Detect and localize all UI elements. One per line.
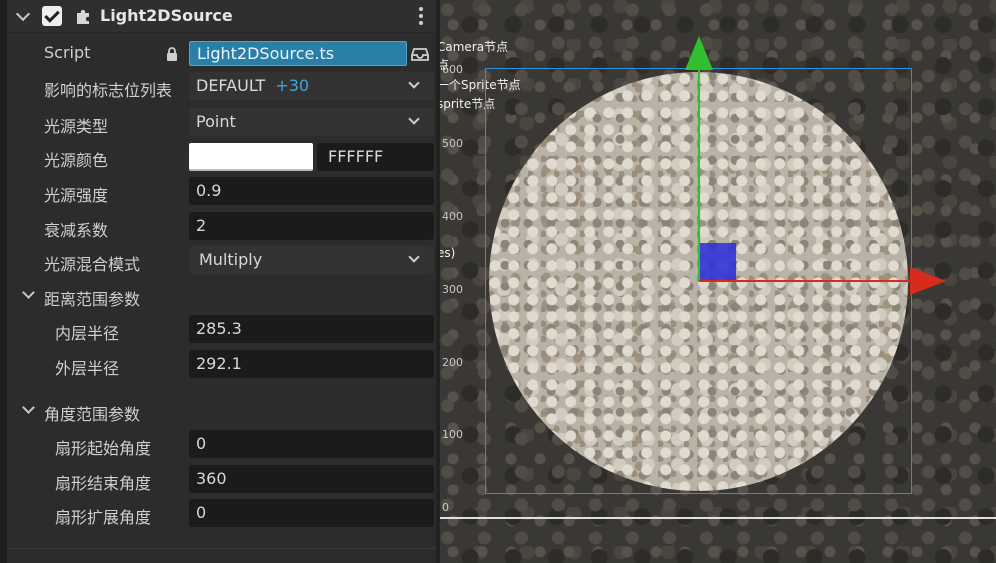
outer-radius-input[interactable]: 292.1 bbox=[189, 350, 434, 378]
section-collapse-chevron-icon[interactable] bbox=[22, 286, 35, 299]
scene-view[interactable]: 600 500 400 300 200 100 0 Camera节点 点 一个S… bbox=[440, 0, 996, 563]
sector-spread-angle-label: 扇形扩展角度 bbox=[55, 508, 152, 527]
panel-divider bbox=[7, 548, 436, 549]
lock-icon bbox=[166, 46, 178, 61]
script-asset-field[interactable]: Light2DSource.ts bbox=[189, 41, 407, 66]
flags-dropdown[interactable]: DEFAULT +30 bbox=[189, 72, 434, 100]
sector-start-angle-label: 扇形起始角度 bbox=[55, 439, 152, 458]
gizmo-y-arrow-icon[interactable] bbox=[685, 36, 713, 70]
script-label: Script bbox=[44, 43, 91, 62]
blend-mode-dropdown[interactable]: Multiply bbox=[189, 246, 434, 274]
angle-section-title[interactable]: 角度范围参数 bbox=[44, 401, 140, 425]
inner-radius-input[interactable]: 285.3 bbox=[189, 315, 434, 343]
light-color-label: 光源颜色 bbox=[44, 151, 109, 170]
gizmo-center-handle[interactable] bbox=[700, 243, 736, 280]
panel-left-border bbox=[0, 0, 7, 563]
gizmo-x-arrow-icon[interactable] bbox=[910, 267, 946, 295]
flags-value: DEFAULT bbox=[196, 76, 266, 95]
chevron-down-icon bbox=[408, 77, 420, 89]
chevron-down-icon bbox=[408, 251, 420, 263]
sector-start-angle-input[interactable]: 0 bbox=[189, 430, 434, 458]
falloff-input[interactable]: 2 bbox=[189, 212, 434, 240]
section-collapse-chevron-icon[interactable] bbox=[22, 401, 35, 414]
flags-label: 影响的标志位列表 bbox=[44, 81, 173, 100]
locate-asset-icon[interactable] bbox=[411, 44, 429, 62]
falloff-label: 衰减系数 bbox=[44, 221, 109, 240]
sector-end-angle-label: 扇形结束角度 bbox=[55, 474, 152, 493]
puzzle-icon bbox=[75, 7, 93, 25]
flags-extra-count: +30 bbox=[275, 76, 310, 95]
sector-end-angle-input[interactable]: 360 bbox=[189, 465, 434, 493]
light-type-label: 光源类型 bbox=[44, 117, 109, 136]
light-type-dropdown[interactable]: Point bbox=[189, 108, 434, 136]
light-color-swatch[interactable] bbox=[189, 143, 313, 171]
component-title: Light2DSource bbox=[100, 6, 233, 25]
inspector-panel: Light2DSource Script Light2DSource.ts 影响… bbox=[0, 0, 440, 563]
more-options-icon[interactable] bbox=[418, 7, 424, 27]
blend-mode-value: Multiply bbox=[199, 250, 263, 269]
component-enabled-checkbox[interactable] bbox=[42, 6, 62, 26]
intensity-label: 光源强度 bbox=[44, 186, 109, 205]
light-color-hex-input[interactable]: FFFFFF bbox=[317, 143, 434, 171]
intensity-input[interactable]: 0.9 bbox=[189, 177, 434, 205]
outer-radius-label: 外层半径 bbox=[55, 359, 120, 378]
blend-mode-label: 光源混合模式 bbox=[44, 255, 141, 274]
sector-spread-angle-input[interactable]: 0 bbox=[189, 499, 434, 527]
light-type-value: Point bbox=[196, 112, 236, 131]
chevron-down-icon bbox=[408, 113, 420, 125]
distance-section-title[interactable]: 距离范围参数 bbox=[44, 286, 140, 310]
transform-gizmo[interactable] bbox=[440, 0, 996, 563]
inner-radius-label: 内层半径 bbox=[55, 324, 120, 343]
